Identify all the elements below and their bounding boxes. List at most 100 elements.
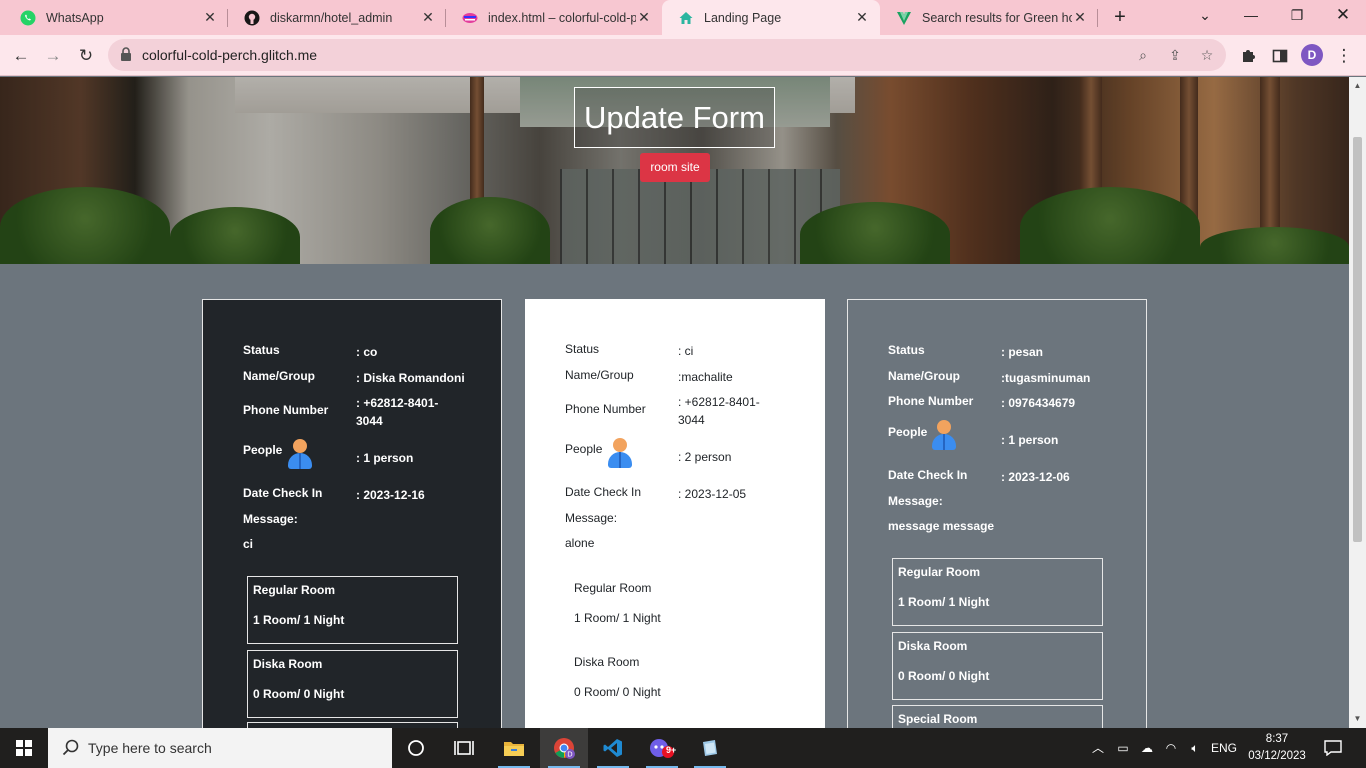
room-quantity: 0 Room/ 0 Night xyxy=(574,685,661,699)
volume-icon[interactable]: 🔈︎ xyxy=(1186,728,1204,768)
extensions-puzzle-icon[interactable] xyxy=(1235,43,1261,69)
name-value: :tugasminuman xyxy=(1001,371,1091,385)
task-view-icon[interactable] xyxy=(440,728,488,768)
checkin-label: Date Check In xyxy=(888,468,968,482)
people-value: : 1 person xyxy=(356,451,414,465)
tab-title: Landing Page xyxy=(704,10,782,25)
tab-title: index.html – colorful-cold-p xyxy=(488,10,636,25)
taskbar: Type here to search D 9+ ︿ ▭ ☁ ◠ 🔈︎ ENG … xyxy=(0,728,1366,768)
message-text: alone xyxy=(565,536,595,550)
room-name: Regular Room xyxy=(253,583,336,597)
message-label: Message: xyxy=(565,511,618,525)
new-tab-button[interactable]: + xyxy=(1108,4,1132,30)
scroll-down-icon[interactable]: ▼ xyxy=(1352,714,1363,724)
onedrive-icon[interactable]: ☁ xyxy=(1138,728,1156,768)
name-value: :machalite xyxy=(678,370,733,384)
status-value: : pesan xyxy=(1001,345,1044,359)
glitch-icon xyxy=(462,10,478,26)
vuetify-icon xyxy=(896,10,912,26)
room-quantity: 1 Room/ 1 Night xyxy=(574,611,661,625)
status-value: : co xyxy=(356,345,378,359)
search-placeholder[interactable]: Type here to search xyxy=(88,740,212,756)
tab-strip: WhatsApp ✕ diskarmn/hotel_admin ✕ index.… xyxy=(0,0,1366,35)
windows-logo-icon xyxy=(16,740,32,756)
message-label: Message: xyxy=(243,512,298,526)
phone-value: : +62812-8401-3044 xyxy=(356,396,439,428)
language-indicator[interactable]: ENG xyxy=(1208,728,1240,768)
side-panel-icon[interactable] xyxy=(1267,43,1293,69)
notification-badge: 9+ xyxy=(666,745,677,755)
close-window-button[interactable]: ✕ xyxy=(1320,0,1366,32)
page-scrollbar[interactable]: ▲ ▼ xyxy=(1349,77,1366,728)
vscode-icon[interactable] xyxy=(589,728,637,768)
url-text[interactable]: colorful-cold-perch.glitch.me xyxy=(142,47,317,63)
tab-github[interactable]: diskarmn/hotel_admin ✕ xyxy=(228,0,446,35)
tab-landing-page[interactable]: Landing Page ✕ xyxy=(662,0,880,35)
status-label: Status xyxy=(565,342,600,356)
scrollbar-thumb[interactable] xyxy=(1353,137,1362,542)
file-explorer-icon[interactable] xyxy=(490,728,538,768)
share-icon[interactable]: ⇪ xyxy=(1165,45,1185,65)
tray-chevron-icon[interactable]: ︿ xyxy=(1090,728,1106,768)
tab-title: diskarmn/hotel_admin xyxy=(270,10,393,25)
taskbar-search[interactable]: Type here to search xyxy=(48,728,392,768)
browser-toolbar: ← → ↻ colorful-cold-perch.glitch.me ⌕ ⇪ … xyxy=(0,35,1366,76)
close-tab-icon[interactable]: ✕ xyxy=(420,9,436,26)
close-tab-icon[interactable]: ✕ xyxy=(202,9,218,26)
person-icon xyxy=(286,439,314,469)
tab-search-results[interactable]: Search results for Green hot ✕ xyxy=(880,0,1098,35)
forward-arrow-icon[interactable]: → xyxy=(40,43,66,69)
reload-icon[interactable]: ↻ xyxy=(73,43,99,69)
chrome-icon[interactable]: D xyxy=(540,728,588,768)
system-clock[interactable]: 8:37 03/12/2023 xyxy=(1248,731,1306,765)
close-tab-icon[interactable]: ✕ xyxy=(636,9,652,26)
room-quantity: 0 Room/ 0 Night xyxy=(898,669,990,683)
profile-avatar[interactable]: D xyxy=(1301,44,1323,66)
message-label: Message: xyxy=(888,494,943,508)
clock-date: 03/12/2023 xyxy=(1248,750,1306,762)
tab-search-chevron-icon[interactable]: ⌄ xyxy=(1182,0,1228,32)
tab-glitch[interactable]: index.html – colorful-cold-p ✕ xyxy=(446,0,662,35)
message-text: message message xyxy=(888,519,995,533)
phone-value: : +62812-8401-3044 xyxy=(678,395,760,427)
tab-title: Search results for Green hot xyxy=(922,10,1072,25)
room-name: Diska Room xyxy=(253,657,323,671)
wifi-icon[interactable]: ◠ xyxy=(1162,728,1180,768)
back-arrow-icon[interactable]: ← xyxy=(8,43,34,69)
room-site-button[interactable]: room site xyxy=(640,153,710,182)
clock-time: 8:37 xyxy=(1265,733,1289,745)
booking-card: Status : pesan Name/Group :tugasminuman … xyxy=(847,299,1147,728)
room-name: Diska Room xyxy=(898,639,968,653)
room-box: Diska Room 0 Room/ 0 Night xyxy=(569,649,780,717)
close-tab-icon[interactable]: ✕ xyxy=(1072,9,1088,26)
start-button[interactable] xyxy=(0,728,48,768)
scroll-up-icon[interactable]: ▲ xyxy=(1352,81,1363,91)
room-box: Special Room xyxy=(892,705,1103,728)
snipping-tool-icon[interactable] xyxy=(686,728,734,768)
phone-value: : 0976434679 xyxy=(1001,396,1076,410)
bookmark-star-icon[interactable]: ☆ xyxy=(1197,45,1217,65)
room-quantity: 0 Room/ 0 Night xyxy=(253,687,345,701)
cortana-icon[interactable] xyxy=(392,728,440,768)
name-label: Name/Group xyxy=(243,369,316,383)
room-quantity: 1 Room/ 1 Night xyxy=(898,595,990,609)
notifications-icon[interactable] xyxy=(1320,728,1346,768)
close-tab-icon[interactable]: ✕ xyxy=(854,9,870,26)
minimize-button[interactable]: — xyxy=(1228,0,1274,32)
address-bar[interactable]: colorful-cold-perch.glitch.me ⌕ ⇪ ☆ xyxy=(108,39,1226,71)
restore-button[interactable]: ❐ xyxy=(1274,0,1320,32)
discord-icon[interactable]: 9+ xyxy=(638,728,686,768)
room-name: Regular Room xyxy=(574,581,652,595)
booking-card: Status : ci Name/Group :machalite Phone … xyxy=(525,299,825,728)
battery-icon[interactable]: ▭ xyxy=(1114,728,1132,768)
lock-icon[interactable] xyxy=(120,47,132,61)
room-box: Regular Room 1 Room/ 1 Night xyxy=(569,575,780,643)
tab-whatsapp[interactable]: WhatsApp ✕ xyxy=(4,0,228,35)
page-viewport: Update Form room site Status : co Name/G… xyxy=(0,77,1349,728)
browser-menu-icon[interactable]: ⋮ xyxy=(1331,43,1357,69)
whatsapp-icon xyxy=(20,10,36,26)
tab-title: WhatsApp xyxy=(46,10,104,25)
phone-label: Phone Number xyxy=(888,394,974,408)
page-title: Update Form xyxy=(574,87,775,148)
zoom-icon[interactable]: ⌕ xyxy=(1133,45,1153,65)
